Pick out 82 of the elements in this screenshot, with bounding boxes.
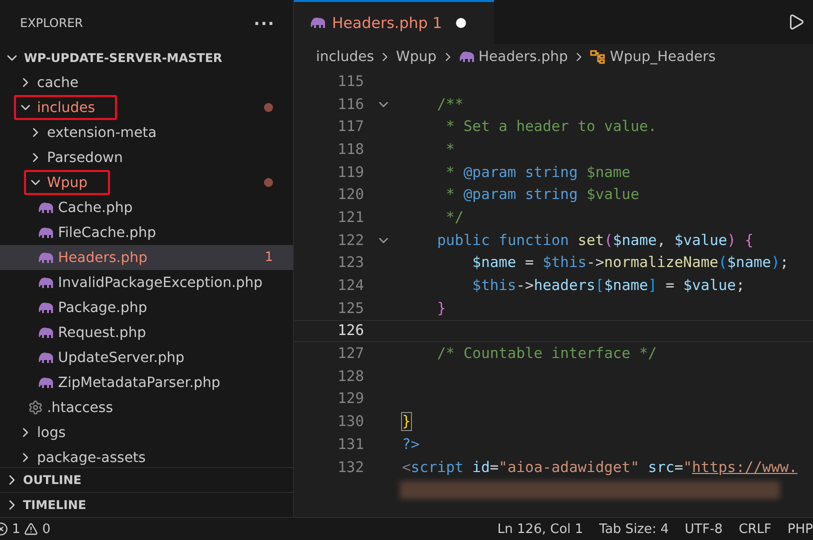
file-name: extension-meta (47, 124, 157, 140)
code-line: } (401, 413, 411, 430)
tree-item[interactable]: InvalidPackageException.php (0, 270, 293, 295)
breadcrumb-item[interactable]: Wpup_Headers (610, 49, 716, 65)
code-line: * Set a header to value. (444, 118, 657, 136)
code-line: } (436, 300, 446, 317)
line-number: 119 (336, 164, 364, 181)
problem-count: 1 (264, 250, 273, 265)
status-item[interactable]: UTF-8 (684, 522, 723, 536)
line-number: 126 (336, 322, 364, 340)
file-name: cache (37, 74, 78, 90)
tree-item[interactable]: Headers.php 1 (0, 245, 293, 270)
file-name: Cache.php (58, 200, 133, 216)
sidebar-title: EXPLORER (20, 16, 83, 30)
workspace-root[interactable]: WP-UPDATE-SERVER-MASTER (0, 46, 293, 70)
line-number: 122 (336, 232, 364, 249)
error-count: 1 (12, 522, 20, 536)
status-item[interactable]: Ln 126, Col 1 (497, 522, 584, 536)
tree-item[interactable]: includes (0, 95, 293, 120)
warning-count: 0 (42, 522, 51, 536)
line-number: 117 (336, 118, 364, 136)
tree-item[interactable]: Cache.php (0, 195, 293, 220)
file-name: UpdateServer.php (58, 350, 184, 366)
editor-tab[interactable]: Headers.php 1 (294, 0, 494, 44)
line-number: 120 (336, 186, 364, 204)
code-line: ?> (401, 436, 420, 453)
line-number: 116 (336, 96, 364, 113)
file-name: InvalidPackageException.php (58, 274, 263, 290)
code-line: * (444, 140, 455, 158)
tab-label: Headers.php 1 (332, 14, 442, 32)
file-name: Package.php (58, 300, 148, 316)
tree-item[interactable]: ZipMetadataParser.php (0, 370, 293, 395)
line-number: 125 (336, 300, 364, 317)
file-name: Headers.php (58, 250, 148, 266)
file-name: package-assets (37, 450, 146, 466)
tree-item[interactable]: FileCache.php (0, 220, 293, 245)
line-number: 131 (336, 436, 364, 453)
breadcrumb-item[interactable]: Headers.php (478, 49, 568, 65)
tree-item[interactable]: Request.php (0, 320, 293, 345)
status-item[interactable]: Tab Size: 4 (599, 522, 669, 536)
tree-item[interactable]: Wpup (0, 170, 293, 195)
file-name: logs (37, 424, 66, 440)
tree-item[interactable]: package-assets (0, 445, 293, 467)
file-name: includes (37, 100, 96, 116)
status-item[interactable]: PHP (788, 522, 813, 536)
file-name: Parsedown (47, 150, 123, 166)
code-line: * @param string $value (444, 186, 640, 204)
file-name: Request.php (58, 324, 146, 340)
file-name: .htaccess (47, 400, 113, 416)
code-line: public function set($name, $value) { (436, 232, 754, 249)
tree-item[interactable]: Package.php (0, 295, 293, 320)
line-number: 118 (336, 140, 364, 158)
tree-item[interactable]: logs (0, 420, 293, 445)
code-line: $this->headers[$name] = $value; (471, 277, 745, 294)
file-name: FileCache.php (58, 224, 156, 240)
line-number: 124 (336, 277, 364, 294)
file-name: Wpup (47, 174, 88, 190)
line-number: 127 (336, 345, 364, 362)
line-number: 129 (336, 390, 364, 408)
file-name: ZipMetadataParser.php (58, 374, 220, 390)
line-number: 115 (336, 72, 364, 90)
tree-item[interactable]: extension-meta (0, 120, 293, 145)
code-line: * @param string $name (444, 164, 630, 181)
status-item[interactable]: CRLF (738, 522, 772, 536)
line-number: 130 (336, 413, 364, 430)
code-line: <script id="aioa-adawidget" src="https://www. (401, 458, 798, 476)
panel-header[interactable]: OUTLINE (0, 467, 293, 492)
line-number: 132 (336, 458, 364, 476)
more-actions-button[interactable]: ··· (254, 14, 275, 32)
code-line: $name = $this->normalizeName($name); (471, 254, 789, 272)
tree-item[interactable]: cache (0, 70, 293, 95)
line-number: 121 (336, 208, 364, 226)
tree-item[interactable]: .htaccess (0, 395, 293, 420)
line-number: 128 (336, 368, 364, 385)
tree-item[interactable]: Parsedown (0, 145, 293, 170)
code-line: /* Countable interface */ (436, 345, 657, 362)
tree-item[interactable]: UpdateServer.php (0, 345, 293, 370)
breadcrumb-item[interactable]: includes (316, 49, 374, 65)
code-line: */ (444, 208, 464, 226)
code-line: /** (436, 96, 464, 113)
line-number: 123 (336, 254, 364, 272)
breadcrumb-item[interactable]: Wpup (396, 49, 437, 65)
